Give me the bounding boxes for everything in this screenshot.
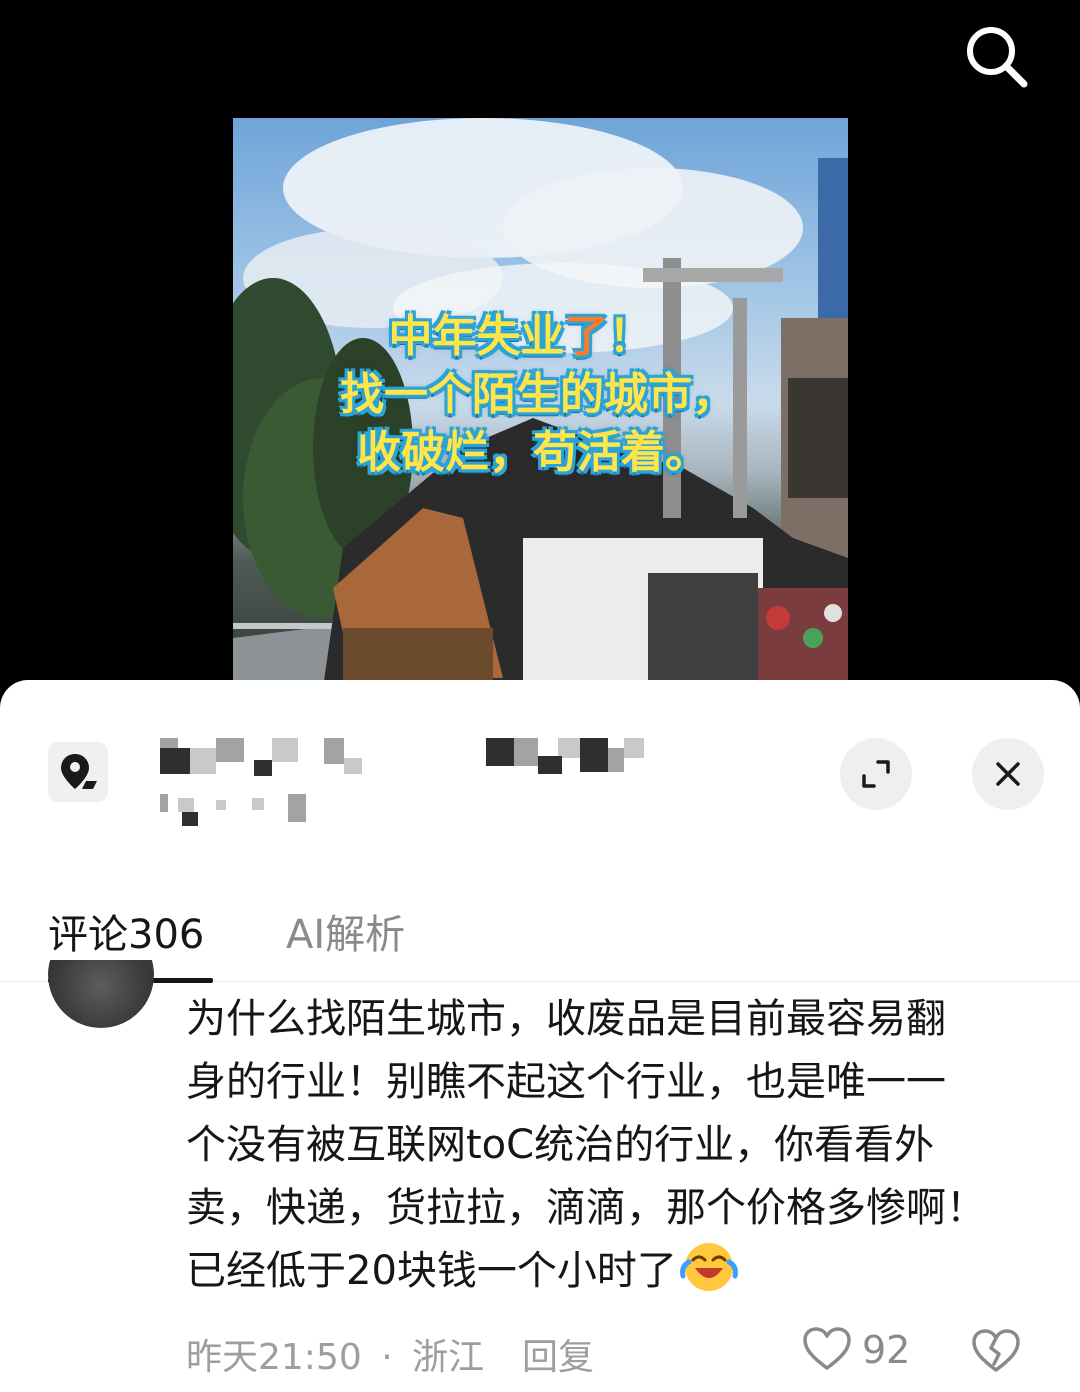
comment-line: 身的行业！别瞧不起这个行业，也是唯一一: [186, 1059, 946, 1105]
search-button[interactable]: [958, 18, 1034, 94]
heart-icon: [803, 1327, 851, 1370]
video-thumbnail[interactable]: 中年失业了！ 找一个陌生的城市， 收破烂，苟活着。: [233, 118, 848, 688]
tab-bar: 评论306 AI解析: [0, 892, 1080, 983]
tab-comments[interactable]: 评论306: [48, 902, 204, 960]
comment-line: 卖，快递，货拉拉，滴滴，那个价格多惨啊！: [186, 1185, 986, 1231]
comment-line: 已经低于20块钱一个小时了: [186, 1248, 677, 1294]
location-pin-icon: [61, 754, 97, 789]
comment-region: 浙江: [412, 1337, 485, 1378]
comment-line: 个没有被互联网toC统治的行业，你看看外: [186, 1122, 935, 1168]
close-button[interactable]: [972, 738, 1044, 810]
overlay-highlight: 了: [564, 311, 609, 362]
laughing-crying-emoji-icon: [680, 1243, 738, 1291]
tab-ai-analysis[interactable]: AI解析: [286, 902, 405, 960]
overlay-line-2: 找一个陌生的城市，: [340, 369, 736, 420]
search-icon: [967, 27, 1028, 88]
close-icon: [996, 762, 1020, 786]
video-caption-overlay: 中年失业了！ 找一个陌生的城市， 收破烂，苟活着。: [233, 308, 848, 482]
expand-button[interactable]: [840, 738, 912, 810]
censored-title: [160, 738, 660, 778]
meta-separator: ·: [381, 1337, 393, 1378]
comment-line-last: 已经低于20块钱一个小时了: [186, 1240, 1046, 1303]
comment-time: 昨天21:50: [186, 1337, 362, 1378]
overlay-line-1: 中年失业: [388, 311, 565, 362]
broken-heart-icon: [972, 1329, 1020, 1372]
avatar[interactable]: [48, 960, 154, 1028]
overlay-line-3: 收破烂，苟活着。: [357, 427, 709, 478]
overlay-exclaim: ！: [608, 311, 653, 362]
reply-button[interactable]: 回复: [522, 1328, 594, 1380]
comment-body: 为什么找陌生城市，收废品是目前最容易翻 身的行业！别瞧不起这个行业，也是唯一一 …: [186, 988, 1046, 1303]
like-button[interactable]: 92: [802, 1326, 914, 1376]
location-badge[interactable]: [48, 742, 108, 802]
comment-line: 为什么找陌生城市，收废品是目前最容易翻: [186, 996, 946, 1042]
expand-icon: [862, 760, 890, 788]
comment-meta: 昨天21:50 · 浙江: [186, 1328, 484, 1380]
dislike-button[interactable]: [970, 1328, 1024, 1378]
video-area[interactable]: 中年失业了！ 找一个陌生的城市， 收破烂，苟活着。: [0, 0, 1080, 700]
like-count: 92: [862, 1328, 911, 1372]
comment-sheet: 评论306 AI解析 为什么找陌生城市，收废品是目前最容易翻 身的行业！别瞧不起…: [0, 680, 1080, 1392]
censored-subtitle: [160, 790, 340, 826]
